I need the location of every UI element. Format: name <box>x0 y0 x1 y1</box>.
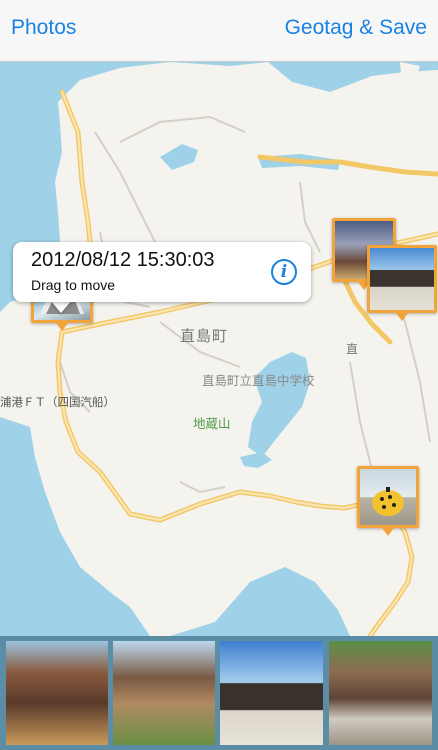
callout-datetime: 2012/08/12 15:30:03 <box>31 249 215 271</box>
map-label-school: 直島町立直島中学校 <box>202 373 315 388</box>
map-label-port: 浦港ＦＴ（四国汽船） <box>0 395 115 409</box>
map-label-town: 直島町 <box>180 327 229 345</box>
photo-pin-image <box>370 248 434 310</box>
pin-callout[interactable]: 2012/08/12 15:30:03 Drag to move i <box>13 242 311 302</box>
thumbnail-4[interactable] <box>329 641 432 745</box>
thumbnail-3[interactable] <box>220 641 323 745</box>
map-view[interactable]: 直島町 直島町立直島中学校 地蔵山 浦港ＦＴ（四国汽船） 直 2012/08/1… <box>0 62 438 636</box>
map-label-mountain: 地蔵山 <box>193 416 231 431</box>
pumpkin-photo-icon <box>372 487 404 516</box>
map-canvas <box>0 62 438 636</box>
navigation-bar: Photos Geotag & Save <box>0 0 438 62</box>
photo-pin-house-2[interactable] <box>367 245 437 321</box>
photos-back-button[interactable]: Photos <box>11 16 76 40</box>
photo-pin-image <box>360 469 416 525</box>
thumbnail-1[interactable] <box>6 641 108 745</box>
photo-pin-pumpkin[interactable] <box>357 466 419 536</box>
photo-thumbnail-strip[interactable] <box>0 636 438 750</box>
map-label-partial: 直 <box>346 342 359 356</box>
geotag-save-button[interactable]: Geotag & Save <box>285 16 427 40</box>
info-icon[interactable]: i <box>271 259 297 285</box>
thumbnail-2[interactable] <box>113 641 215 745</box>
callout-hint: Drag to move <box>31 277 116 293</box>
